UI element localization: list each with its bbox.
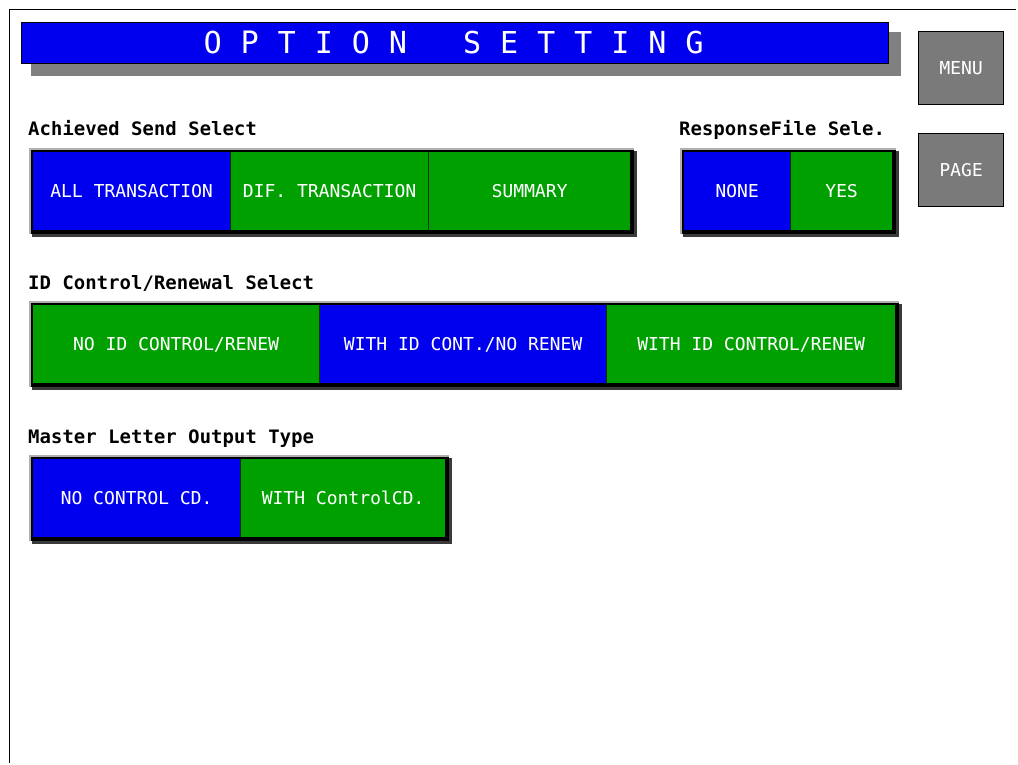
menu-button[interactable]: MENU (918, 31, 1004, 105)
option-none[interactable]: NONE (684, 152, 790, 230)
option-all-transaction[interactable]: ALL TRANSACTION (33, 152, 230, 230)
master-letter-label: Master Letter Output Type (28, 426, 314, 448)
option-dif-transaction[interactable]: DIF. TRANSACTION (230, 152, 428, 230)
option-yes[interactable]: YES (790, 152, 892, 230)
title-banner: OPTION SETTING (21, 22, 901, 76)
page-button[interactable]: PAGE (918, 133, 1004, 207)
master-letter-group: NO CONTROL CD. WITH ControlCD. (29, 455, 449, 541)
achieved-send-label: Achieved Send Select (28, 118, 257, 140)
option-with-control-cd[interactable]: WITH ControlCD. (240, 459, 445, 537)
id-control-group: NO ID CONTROL/RENEW WITH ID CONT./NO REN… (29, 301, 899, 387)
option-no-id-control[interactable]: NO ID CONTROL/RENEW (33, 305, 319, 383)
option-summary[interactable]: SUMMARY (428, 152, 630, 230)
response-file-label: ResponseFile Sele. (679, 118, 885, 140)
option-no-control-cd[interactable]: NO CONTROL CD. (33, 459, 240, 537)
option-with-id-control-renew[interactable]: WITH ID CONTROL/RENEW (606, 305, 895, 383)
achieved-send-group: ALL TRANSACTION DIF. TRANSACTION SUMMARY (29, 148, 634, 234)
page-title: OPTION SETTING (21, 22, 889, 64)
id-control-label: ID Control/Renewal Select (28, 272, 314, 294)
option-with-id-cont-no-renew[interactable]: WITH ID CONT./NO RENEW (319, 305, 606, 383)
response-file-group: NONE YES (680, 148, 896, 234)
